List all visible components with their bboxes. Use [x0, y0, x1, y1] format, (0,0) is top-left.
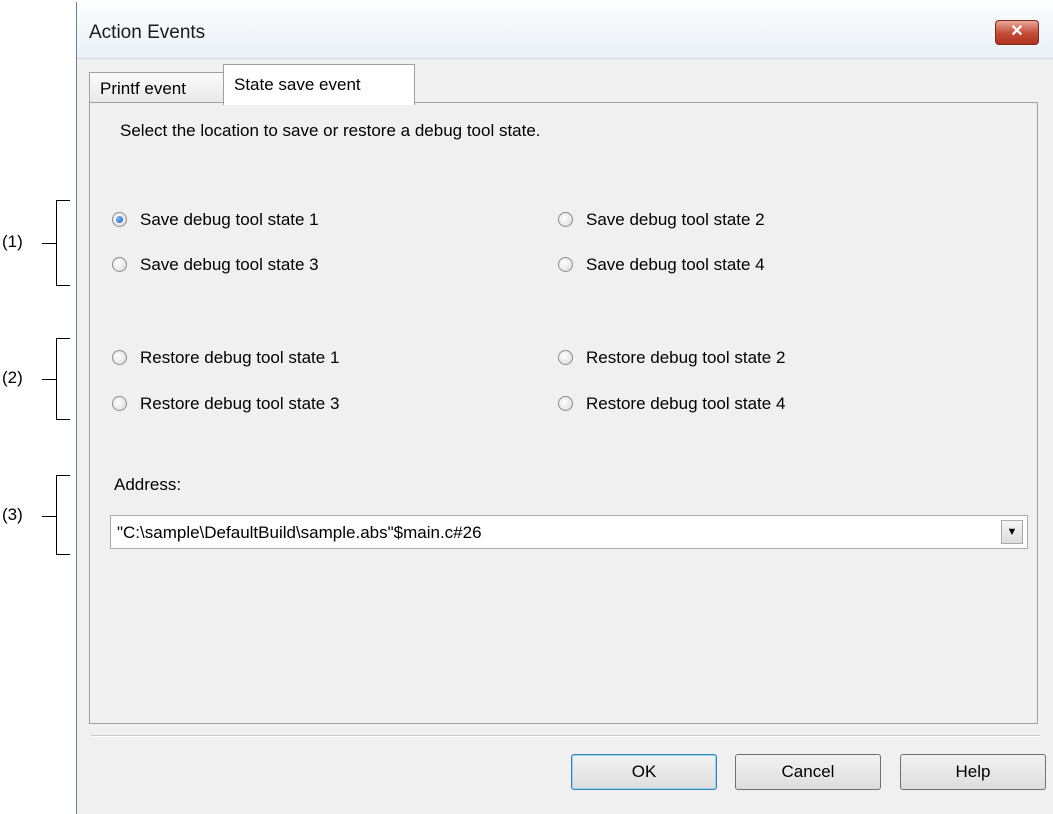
ok-label: OK	[631, 762, 657, 781]
callout-tick	[42, 243, 56, 244]
title-bar[interactable]: Action Events ✕	[77, 2, 1053, 59]
help-label: Help	[955, 762, 991, 781]
instruction-text: Select the location to save or restore a…	[120, 121, 541, 140]
help-button[interactable]: Help	[900, 754, 1046, 790]
radio-button-checked[interactable]	[112, 212, 127, 227]
radio-button[interactable]	[558, 212, 573, 227]
radio-label: Save debug tool state 1	[140, 210, 319, 229]
chevron-down-icon: ▼	[1006, 526, 1018, 538]
radio-button[interactable]	[558, 350, 573, 365]
dropdown-button[interactable]: ▼	[1001, 520, 1023, 544]
callout-label: (2)	[2, 368, 23, 387]
callout-label: (1)	[2, 232, 23, 251]
callout-bracket	[56, 475, 70, 555]
ok-button[interactable]: OK	[571, 754, 717, 790]
callout-2: (2)	[0, 338, 80, 420]
radio-label: Save debug tool state 4	[586, 255, 765, 274]
radio-label: Restore debug tool state 2	[586, 348, 786, 367]
callout-tick	[42, 516, 56, 517]
radio-label: Save debug tool state 3	[140, 255, 319, 274]
radio-button[interactable]	[112, 396, 127, 411]
tab-printf-event[interactable]: Printf event	[89, 72, 225, 103]
address-value: "C:\sample\DefaultBuild\sample.abs"$main…	[117, 523, 482, 542]
callout-3: (3)	[0, 475, 80, 555]
callout-bracket	[56, 338, 70, 420]
state-save-panel: Select the location to save or restore a…	[89, 102, 1038, 724]
radio-label: Save debug tool state 2	[586, 210, 765, 229]
radio-button[interactable]	[112, 350, 127, 365]
radio-label: Restore debug tool state 1	[140, 348, 340, 367]
close-icon: ✕	[1010, 23, 1024, 40]
callout-label: (3)	[2, 505, 23, 524]
radio-button[interactable]	[558, 396, 573, 411]
action-events-dialog: Action Events ✕ Printf event State save …	[76, 2, 1053, 814]
footer-divider	[91, 735, 1040, 737]
radio-label: Restore debug tool state 4	[586, 394, 786, 413]
callout-bracket	[56, 200, 70, 286]
tab-label: State save event	[234, 75, 361, 94]
address-label: Address:	[114, 475, 182, 494]
close-button[interactable]: ✕	[995, 20, 1039, 45]
callout-1: (1)	[0, 200, 80, 286]
cancel-label: Cancel	[781, 762, 835, 781]
tab-label: Printf event	[100, 79, 186, 98]
address-combobox[interactable]: "C:\sample\DefaultBuild\sample.abs"$main…	[110, 515, 1028, 549]
tab-state-save-event[interactable]: State save event	[223, 64, 415, 105]
radio-button[interactable]	[558, 257, 573, 272]
radio-button[interactable]	[112, 257, 127, 272]
window-title: Action Events	[89, 22, 206, 43]
radio-label: Restore debug tool state 3	[140, 394, 340, 413]
cancel-button[interactable]: Cancel	[735, 754, 881, 790]
callout-tick	[42, 379, 56, 380]
